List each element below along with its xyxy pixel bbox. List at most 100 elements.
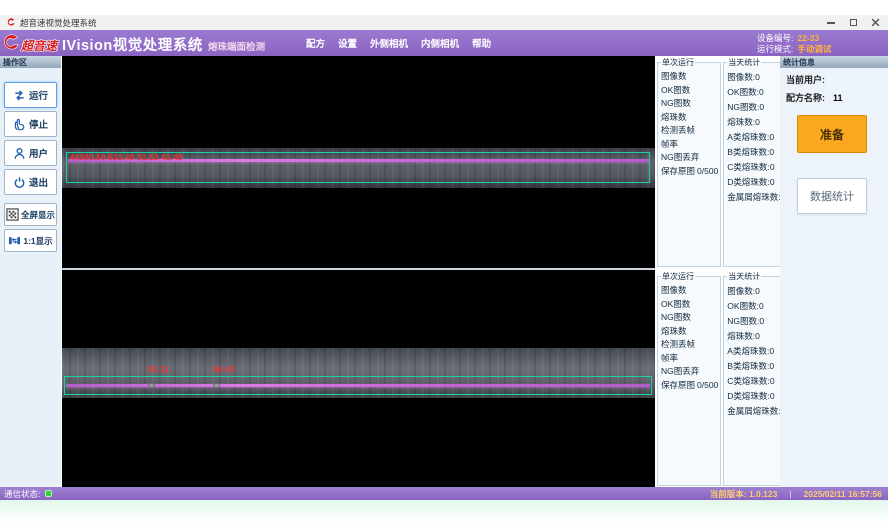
close-button[interactable] bbox=[864, 15, 886, 30]
recipe-name-label: 配方名称: bbox=[786, 93, 825, 103]
stats-panel-top: 单次运行 图像数 OK图数 NG图数 熔珠数 检测丢帧 帧率 NG图丢弃 保存原… bbox=[657, 57, 779, 267]
sidebar-title: 操作区 bbox=[0, 56, 61, 68]
desktop-margin-bottom bbox=[0, 500, 888, 522]
dithered-square-icon bbox=[6, 208, 19, 221]
stop-button[interactable]: 停止 bbox=[4, 111, 57, 137]
app-title: IVision视觉处理系统 bbox=[62, 34, 203, 55]
logo-text: 超音速 bbox=[21, 37, 57, 54]
info-panel-title: 统计信息 bbox=[780, 56, 888, 68]
stat-row: 图像数 bbox=[661, 284, 718, 298]
stop-button-label: 停止 bbox=[29, 117, 48, 131]
one-to-one-icon bbox=[8, 234, 21, 247]
menu-item-help[interactable]: 帮助 bbox=[472, 36, 491, 50]
window-controls bbox=[820, 15, 886, 30]
minimize-icon bbox=[827, 22, 835, 24]
stat-row: OK图数:0 bbox=[727, 85, 785, 100]
stat-row: OK图数:0 bbox=[727, 299, 785, 314]
stat-row: 检测丢帧 bbox=[661, 338, 718, 352]
device-number-label: 设备编号: bbox=[757, 33, 793, 43]
menu-item-outer-camera[interactable]: 外侧相机 bbox=[370, 36, 408, 50]
statistics-info-panel: 统计信息 当前用户: 配方名称:11 准备 数据统计 bbox=[780, 56, 888, 487]
measurement-annotation-top: 44360.59 831.49 31.53 41.49 bbox=[70, 153, 183, 162]
fullscreen-button-label: 全屏显示 bbox=[21, 209, 55, 221]
run-mode-value: 手动调试 bbox=[797, 44, 831, 54]
menu-item-inner-camera[interactable]: 内侧相机 bbox=[421, 36, 459, 50]
run-mode-label: 运行模式: bbox=[757, 44, 793, 54]
stat-row: 保存原图0/500 bbox=[661, 379, 718, 393]
version-datetime: 当前版本: 1.0.123 | 2025/02/11 16:57:56 bbox=[710, 488, 882, 499]
minimize-button[interactable] bbox=[820, 15, 842, 30]
today-stats-groupbox: 当天统计 图像数:0 OK图数:0 NG图数:0 熔珠数:0 A类熔珠数:0 B… bbox=[723, 57, 788, 267]
stat-row: A类熔珠数:0 bbox=[727, 344, 785, 359]
close-icon bbox=[871, 18, 880, 27]
one-to-one-button[interactable]: 1:1显示 bbox=[4, 229, 57, 252]
stat-row: NG图数:0 bbox=[727, 100, 785, 115]
stat-row: 检测丢帧 bbox=[661, 124, 718, 138]
run-button[interactable]: 运行 bbox=[4, 82, 57, 108]
stat-row: OK图数 bbox=[661, 84, 718, 98]
operation-sidebar: 操作区 运行 停止 bbox=[0, 56, 61, 487]
main-content: 操作区 运行 停止 bbox=[0, 56, 888, 487]
comm-status: 通信状态: bbox=[4, 488, 52, 499]
stat-row: OK图数 bbox=[661, 298, 718, 312]
device-number-row: 设备编号: 22-33 bbox=[757, 33, 831, 44]
stat-row: 熔珠数:0 bbox=[727, 115, 785, 130]
current-user-label: 当前用户: bbox=[786, 75, 825, 85]
run-button-label: 运行 bbox=[29, 88, 48, 102]
single-run-groupbox: 单次运行 图像数 OK图数 NG图数 熔珠数 检测丢帧 帧率 NG图丢弃 保存原… bbox=[657, 57, 721, 267]
stat-row: 金属屑熔珠数:0 bbox=[727, 404, 785, 419]
stat-row: 图像数:0 bbox=[727, 70, 785, 85]
exit-button[interactable]: 退出 bbox=[4, 169, 57, 195]
stat-row: NG图数:0 bbox=[727, 314, 785, 329]
fullscreen-button[interactable]: 全屏显示 bbox=[4, 203, 57, 226]
recipe-name-row: 配方名称:11 bbox=[786, 91, 888, 104]
version-label: 当前版本: bbox=[710, 489, 747, 499]
camera-view-top[interactable]: 44360.59 831.49 31.53 41.49 bbox=[62, 56, 655, 268]
single-run-title: 单次运行 bbox=[661, 271, 695, 282]
stat-row: NG图数 bbox=[661, 97, 718, 111]
power-icon bbox=[13, 176, 26, 189]
today-stats-title: 当天统计 bbox=[727, 57, 761, 68]
current-user-row: 当前用户: bbox=[786, 73, 888, 86]
stat-row: A类熔珠数:0 bbox=[727, 130, 785, 145]
app-header: 超音速 IVision视觉处理系统 熔珠端面检测 配方 设置 外侧相机 内侧相机… bbox=[0, 30, 888, 56]
data-statistics-button[interactable]: 数据统计 bbox=[797, 178, 867, 214]
bead-marker bbox=[213, 383, 220, 388]
device-number-value: 22-33 bbox=[797, 33, 819, 43]
stat-row: 帧率 bbox=[661, 352, 718, 366]
maximize-button[interactable] bbox=[842, 15, 864, 30]
user-button[interactable]: 用户 bbox=[4, 140, 57, 166]
stat-row: NG图丢弃 bbox=[661, 151, 718, 165]
header-info: 设备编号: 22-33 运行模式: 手动调试 bbox=[757, 33, 831, 55]
menu-item-settings[interactable]: 设置 bbox=[338, 36, 357, 50]
prepare-button[interactable]: 准备 bbox=[797, 115, 867, 153]
datetime-value: 2025/02/11 16:57:56 bbox=[804, 489, 882, 499]
one-to-one-button-label: 1:1显示 bbox=[23, 235, 52, 247]
logo-icon bbox=[3, 34, 21, 52]
sidebar-buttons: 运行 停止 用户 退出 bbox=[4, 82, 57, 255]
bead-marker bbox=[148, 383, 155, 388]
version-value: 1.0.123 bbox=[749, 489, 777, 499]
stats-panel-bottom: 单次运行 图像数 OK图数 NG图数 熔珠数 检测丢帧 帧率 NG图丢弃 保存原… bbox=[657, 271, 779, 486]
comm-status-indicator-icon bbox=[45, 490, 52, 497]
stat-row: 图像数:0 bbox=[727, 284, 785, 299]
stat-row: 图像数 bbox=[661, 70, 718, 84]
screen: 超音速视觉处理系统 超音速 IVision视觉处理系统 熔珠端面检测 配方 设置… bbox=[0, 0, 888, 522]
camera-view-bottom[interactable]: 53.11 56.43 bbox=[62, 270, 655, 487]
stat-row: C类熔珠数:0 bbox=[727, 374, 785, 389]
menu-item-recipe[interactable]: 配方 bbox=[306, 36, 325, 50]
stat-row: D类熔珠数:0 bbox=[727, 175, 785, 190]
measurement-annotation-2: 56.43 bbox=[213, 365, 235, 374]
comm-status-label: 通信状态: bbox=[4, 488, 40, 500]
stat-row: 帧率 bbox=[661, 138, 718, 152]
today-stats-groupbox: 当天统计 图像数:0 OK图数:0 NG图数:0 熔珠数:0 A类熔珠数:0 B… bbox=[723, 271, 788, 486]
stat-row: C类熔珠数:0 bbox=[727, 160, 785, 175]
measurement-annotation-1: 53.11 bbox=[148, 365, 169, 374]
window-titlebar: 超音速视觉处理系统 bbox=[0, 15, 888, 30]
status-separator: | bbox=[789, 489, 791, 499]
single-run-title: 单次运行 bbox=[661, 57, 695, 68]
stat-row: D类熔珠数:0 bbox=[727, 389, 785, 404]
version-block: 当前版本: 1.0.123 bbox=[710, 488, 778, 500]
maximize-icon bbox=[850, 19, 857, 26]
person-icon bbox=[13, 147, 26, 160]
